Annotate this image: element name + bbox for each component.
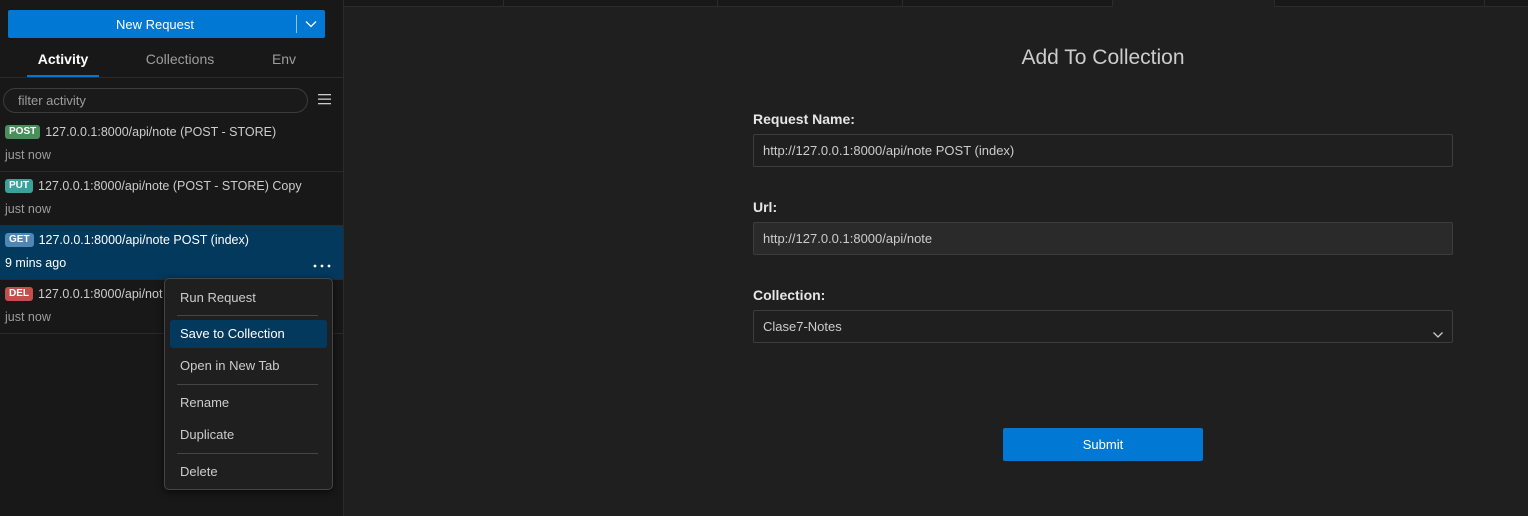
tab-divider (1112, 0, 1113, 7)
menu-item-open-in-new-tab[interactable]: Open in New Tab (170, 352, 327, 380)
tab-collections[interactable]: Collections (136, 44, 224, 77)
filter-activity-input[interactable]: filter activity (3, 88, 308, 113)
tab-activity[interactable]: Activity (27, 44, 99, 77)
activity-time: just now (5, 310, 51, 324)
submit-button[interactable]: Submit (1003, 428, 1203, 461)
tab-divider (503, 0, 504, 7)
tab-divider (1274, 0, 1275, 7)
activity-label: 127.0.0.1:8000/api/note (POST - STORE) C… (38, 179, 302, 193)
menu-separator (177, 384, 318, 385)
activity-item[interactable]: POST 127.0.0.1:8000/api/note (POST - STO… (0, 118, 343, 172)
menu-item-duplicate[interactable]: Duplicate (170, 421, 327, 449)
activity-time: just now (5, 202, 51, 216)
new-request-button[interactable]: New Request (8, 10, 325, 38)
menu-separator (177, 315, 318, 316)
editor-tab-strip (344, 0, 1528, 8)
collection-selected-value: Clase7-Notes (763, 319, 842, 334)
collection-label: Collection: (753, 287, 826, 303)
request-name-input[interactable]: http://127.0.0.1:8000/api/note POST (ind… (753, 134, 1453, 167)
activity-label: 127.0.0.1:8000/api/not (38, 287, 163, 301)
activity-line: GET 127.0.0.1:8000/api/note POST (index) (5, 233, 249, 247)
request-name-label: Request Name: (753, 111, 855, 127)
method-badge-get: GET (5, 233, 34, 247)
sidebar-tabs: Activity Collections Env (0, 44, 343, 78)
activity-label: 127.0.0.1:8000/api/note POST (index) (38, 233, 249, 247)
tab-divider (1484, 0, 1485, 7)
context-menu: Run Request Save to Collection Open in N… (164, 278, 333, 490)
url-input[interactable]: http://127.0.0.1:8000/api/note (753, 222, 1453, 255)
activity-line: DEL 127.0.0.1:8000/api/not (5, 287, 162, 301)
tab-divider (717, 0, 718, 7)
main-panel: Add To Collection Request Name: http://1… (344, 0, 1528, 516)
activity-item-selected[interactable]: GET 127.0.0.1:8000/api/note POST (index)… (0, 226, 343, 280)
tab-divider (902, 0, 903, 7)
page-title: Add To Collection (1021, 46, 1185, 69)
chevron-down-icon (1432, 321, 1444, 338)
menu-item-delete[interactable]: Delete (170, 458, 327, 486)
method-badge-post: POST (5, 125, 41, 139)
method-badge-put: PUT (5, 179, 33, 193)
activity-line: POST 127.0.0.1:8000/api/note (POST - STO… (5, 125, 276, 139)
new-request-dropdown-icon[interactable] (297, 10, 325, 38)
collection-select[interactable]: Clase7-Notes (753, 310, 1453, 343)
activity-line: PUT 127.0.0.1:8000/api/note (POST - STOR… (5, 179, 302, 193)
activity-time: 9 mins ago (5, 256, 67, 270)
more-options-icon[interactable] (312, 254, 332, 274)
activity-label: 127.0.0.1:8000/api/note (POST - STORE) (45, 125, 277, 139)
tab-env[interactable]: Env (262, 44, 306, 77)
menu-item-run-request[interactable]: Run Request (170, 284, 327, 312)
menu-separator (177, 453, 318, 454)
method-badge-del: DEL (5, 287, 33, 301)
url-label: Url: (753, 199, 778, 215)
editor-tab-active[interactable] (1113, 0, 1274, 8)
filter-menu-icon[interactable] (317, 93, 332, 106)
menu-item-save-to-collection[interactable]: Save to Collection (170, 320, 327, 348)
new-request-label[interactable]: New Request (8, 10, 296, 38)
activity-time: just now (5, 148, 51, 162)
menu-item-rename[interactable]: Rename (170, 389, 327, 417)
activity-item[interactable]: PUT 127.0.0.1:8000/api/note (POST - STOR… (0, 172, 343, 226)
